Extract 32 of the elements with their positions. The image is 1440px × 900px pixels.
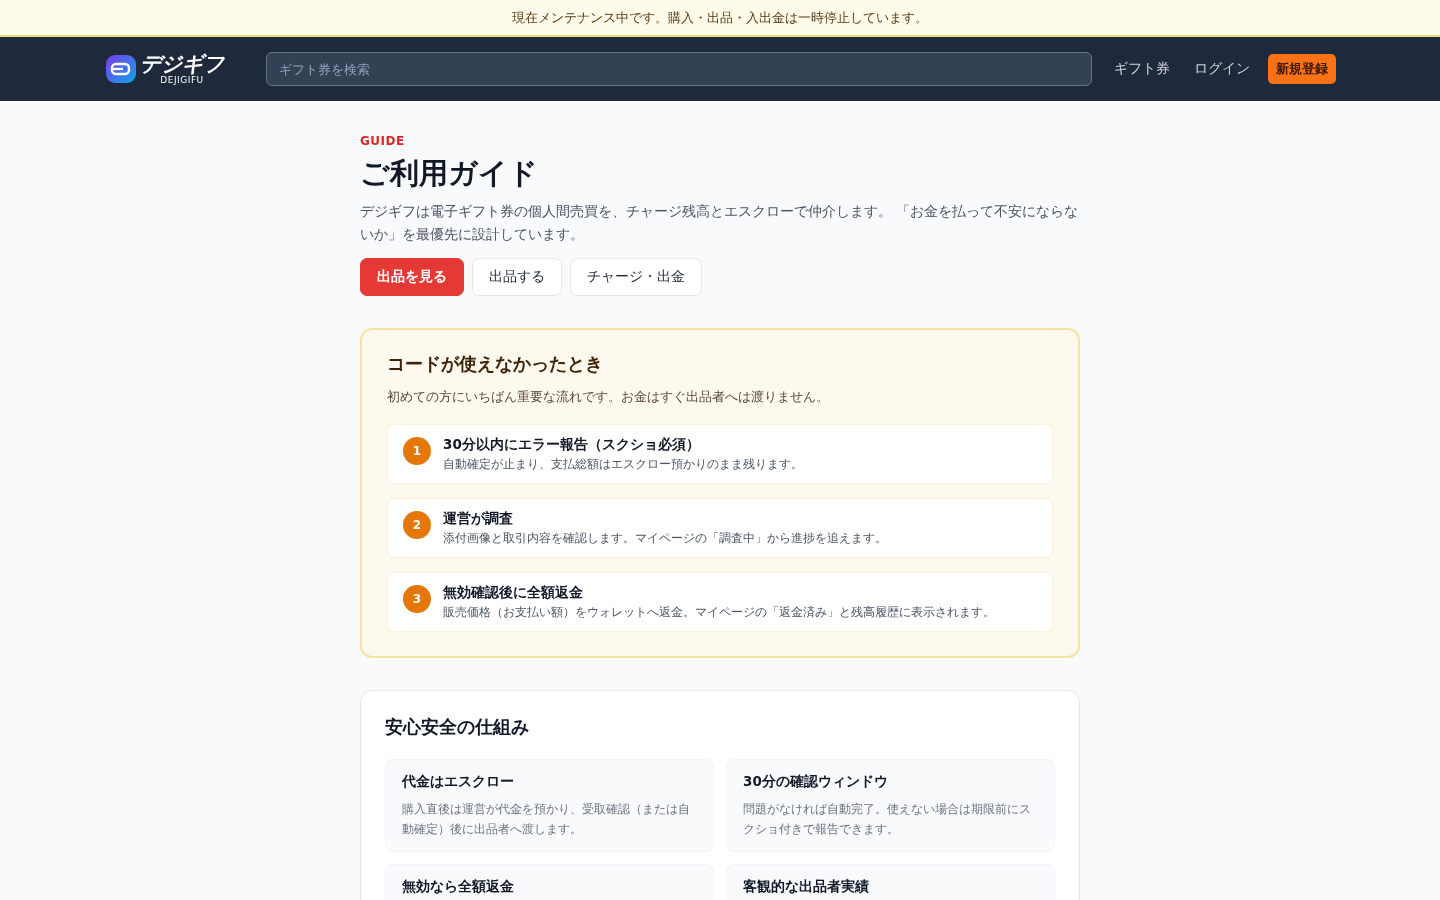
feature-text: 問題がなければ自動完了。使えない場合は期限前にスクショ付きで報告できます。 [743,801,1032,838]
step-number: 2 [403,511,431,539]
step-number: 1 [403,437,431,465]
page-title: ご利用ガイド [360,155,539,192]
action-button[interactable]: チャージ・出金 [570,258,702,296]
feature-text: 購入直後は運営が代金を預かり、受取確認（または自動確定）後に出品者へ渡します。 [402,801,691,838]
step-text: 販売価格（お支払い額）をウォレットへ返金。マイページの「返金済み」と残高履歴に表示されます。 [443,605,995,620]
section-title: 安心安全の仕組み [385,715,530,739]
step-title: 無効確認後に全額返金 [443,584,584,602]
nav-link[interactable]: ギフト券 [1114,60,1170,78]
eyebrow-label: GUIDE [360,134,406,148]
signup-button[interactable]: 新規登録 [1268,54,1336,84]
feature-title: 客観的な出品者実績 [743,878,870,896]
action-button[interactable]: 出品を見る [360,258,464,296]
logo-wordmark[interactable]: デジギフ [140,53,224,75]
step-title: 30分以内にエラー報告（スクショ必須） [443,436,701,454]
page-description: デジギフは電子ギフト券の個人間売買を、チャージ残高とエスクローで仲介します。 「お金を払って不安にならないか」を最優先に設計しています。 [360,202,1080,244]
nav-link[interactable]: ログイン [1194,60,1250,78]
step-text: 自動確定が止まり、支払総額はエスクロー預かりのまま残ります。 [443,457,803,472]
maintenance-banner: 現在メンテナンス中です。購入・出品・入出金は一時停止しています。 [0,0,1440,37]
step-title: 運営が調査 [443,510,514,528]
section-title: コードが使えなかったとき [387,352,604,376]
step-text: 添付画像と取引内容を確認します。マイページの「調査中」から進捗を追えます。 [443,531,887,546]
feature-title: 無効なら全額返金 [402,878,515,896]
logo-subtitle: DEJIGIFU [160,75,204,85]
feature-title: 30分の確認ウィンドウ [743,773,889,791]
action-button[interactable]: 出品する [472,258,562,296]
section-lead: 初めての方にいちばん重要な流れです。お金はすぐ出品者へは渡りません。 [387,388,830,406]
logo-icon [106,55,136,83]
feature-title: 代金はエスクロー [402,773,515,791]
search-field[interactable]: ギフト券を検索 [266,52,1092,86]
step-number: 3 [403,585,431,613]
